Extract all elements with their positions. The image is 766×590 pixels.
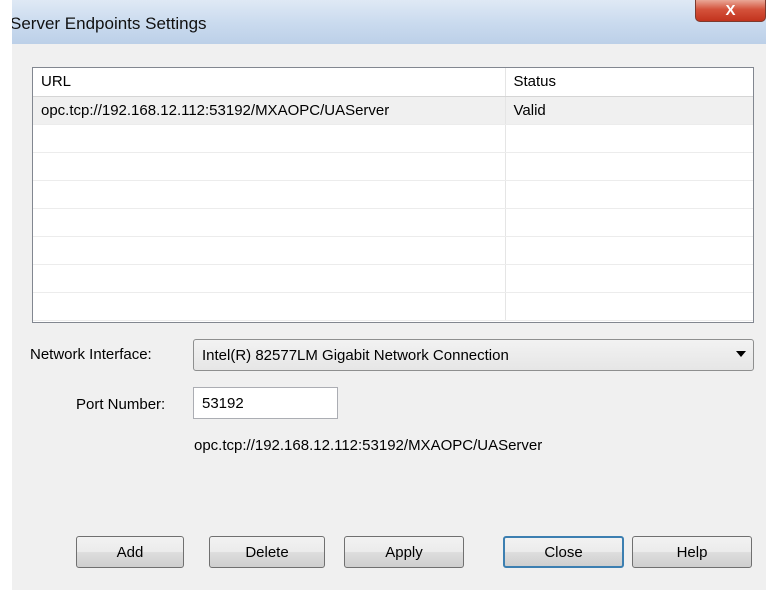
dropdown-arrow-icon[interactable] [736,351,746,357]
empty-row [33,208,753,237]
empty-row [33,236,753,265]
endpoint-preview: opc.tcp://192.168.12.112:53192/MXAOPC/UA… [194,437,543,454]
network-interface-label: Network Interface: [30,346,152,363]
endpoints-table: URL Status opc.tcp://192.168.12.112:5319… [33,68,753,321]
window-close-button[interactable]: X [695,0,766,22]
column-header-url[interactable]: URL [33,68,506,97]
port-number-label: Port Number: [76,396,166,413]
add-button[interactable]: Add [76,536,184,568]
empty-row [33,292,753,321]
empty-row [33,152,753,181]
port-number-value: 53192 [202,394,244,412]
port-number-input[interactable]: 53192 [193,387,338,419]
empty-row [33,264,753,293]
endpoints-list[interactable]: URL Status opc.tcp://192.168.12.112:5319… [32,67,754,323]
empty-row [33,124,753,153]
row-status: Valid [505,96,753,125]
empty-row [33,180,753,209]
window-title: Server Endpoints Settings [10,14,207,33]
close-button[interactable]: Close [503,536,624,568]
column-header-status[interactable]: Status [505,68,753,97]
row-url: opc.tcp://192.168.12.112:53192/MXAOPC/UA… [33,96,506,125]
delete-button[interactable]: Delete [209,536,325,568]
network-interface-select[interactable]: Intel(R) 82577LM Gigabit Network Connect… [193,339,754,371]
network-interface-value: Intel(R) 82577LM Gigabit Network Connect… [202,346,509,364]
table-row[interactable]: opc.tcp://192.168.12.112:53192/MXAOPC/UA… [33,96,753,125]
title-bar: Server Endpoints Settings X [0,0,766,44]
apply-button[interactable]: Apply [344,536,464,568]
left-edge [0,0,12,590]
table-header-row: URL Status [33,68,753,97]
help-button[interactable]: Help [632,536,752,568]
